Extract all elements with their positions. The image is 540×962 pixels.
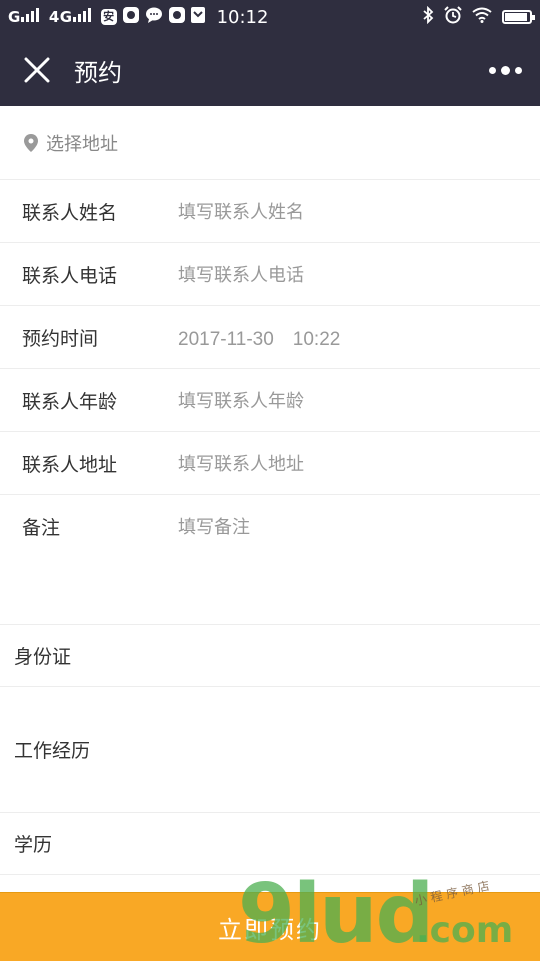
- id-card-row[interactable]: 身份证: [0, 625, 540, 687]
- appointment-time-label: 预约时间: [22, 327, 99, 350]
- location-pin-icon: [24, 133, 38, 152]
- app-notification-icon: 安: [100, 9, 117, 25]
- signal-label-1: G: [8, 8, 21, 26]
- page-title: 预约: [74, 58, 122, 87]
- nav-bar: 预约: [0, 34, 540, 106]
- work-history-row[interactable]: 工作经历: [0, 687, 540, 813]
- contact-name-row: 联系人姓名 填写联系人姓名: [0, 180, 540, 243]
- contact-address-label: 联系人地址: [22, 453, 118, 476]
- contact-age-row: 联系人年龄 填写联系人年龄: [0, 369, 540, 432]
- status-bar: G 4G 安 10:12: [0, 0, 540, 34]
- close-button[interactable]: [0, 34, 74, 106]
- close-icon: [24, 57, 50, 83]
- contact-age-label: 联系人年龄: [22, 390, 118, 413]
- note-textarea[interactable]: 填写备注: [178, 513, 250, 539]
- more-icon-dot-3: [514, 66, 522, 74]
- signal-4g-icon: 4G: [49, 8, 95, 26]
- contact-phone-row: 联系人电话 填写联系人电话: [0, 243, 540, 306]
- message-icon: [190, 6, 205, 28]
- more-button[interactable]: [470, 65, 540, 75]
- more-icon-dot-1: [488, 66, 496, 74]
- alarm-icon: [444, 5, 462, 29]
- note-row: 备注 填写备注: [0, 495, 540, 625]
- education-label: 学历: [14, 834, 53, 856]
- status-left: G 4G 安 10:12: [8, 6, 269, 28]
- education-row[interactable]: 学历: [0, 813, 540, 875]
- note-label: 备注: [22, 517, 61, 539]
- contact-phone-label: 联系人电话: [22, 264, 118, 287]
- appointment-time-row: 预约时间 2017-11-30 10:22: [0, 306, 540, 369]
- select-address-label: 选择地址: [46, 133, 118, 155]
- wifi-icon: [472, 7, 492, 28]
- chat-icon: [145, 7, 163, 28]
- signal-icon: G: [8, 8, 43, 26]
- contact-address-input[interactable]: 填写联系人地址: [178, 450, 304, 476]
- signal-label-2: 4G: [48, 8, 73, 26]
- battery-fill: [505, 13, 527, 21]
- status-right: [422, 5, 535, 29]
- bluetooth-icon: [422, 5, 434, 29]
- status-time: 10:12: [216, 6, 269, 28]
- more-icon-dot-2: [500, 65, 510, 75]
- contact-name-input[interactable]: 填写联系人姓名: [178, 198, 304, 224]
- contact-age-input[interactable]: 填写联系人年龄: [178, 387, 304, 413]
- qq-icon: [122, 6, 139, 28]
- appointment-time-picker[interactable]: 2017-11-30 10:22: [178, 324, 340, 351]
- contact-phone-input[interactable]: 填写联系人电话: [178, 261, 304, 287]
- battery-icon: [502, 10, 535, 24]
- form-content: 选择地址 联系人姓名 填写联系人姓名 联系人电话 填写联系人电话 预约时间 20…: [0, 106, 540, 875]
- submit-appointment-button[interactable]: 立即预约: [0, 892, 540, 961]
- id-card-label: 身份证: [14, 646, 72, 668]
- contact-name-label: 联系人姓名: [22, 201, 118, 224]
- select-address-row[interactable]: 选择地址: [0, 106, 540, 180]
- work-history-label: 工作经历: [14, 740, 91, 762]
- qq-icon-2: [168, 6, 185, 28]
- contact-address-row: 联系人地址 填写联系人地址: [0, 432, 540, 495]
